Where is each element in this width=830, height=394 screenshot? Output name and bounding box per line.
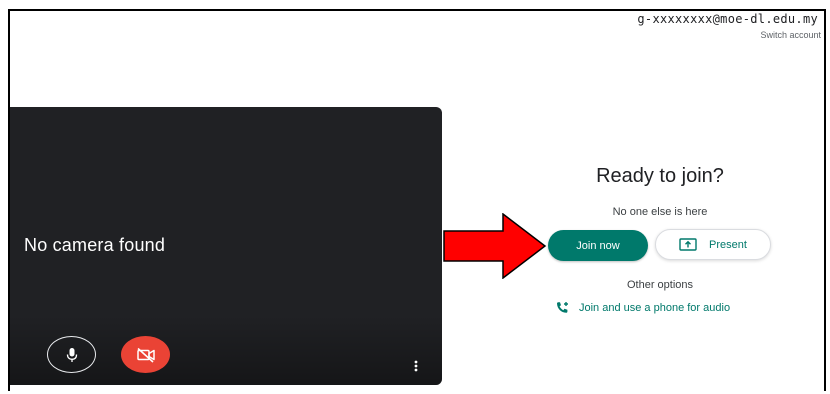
other-options-heading: Other options: [626, 279, 694, 291]
annotation-arrow: [443, 213, 547, 279]
mic-icon: [66, 347, 77, 362]
video-preview: No camera found: [10, 107, 442, 385]
more-options-button[interactable]: [410, 358, 422, 374]
phone-audio-label: Join and use a phone for audio: [579, 302, 731, 314]
no-camera-message: No camera found: [24, 235, 166, 255]
present-label: Present: [709, 238, 747, 251]
join-now-button[interactable]: Join now: [548, 230, 648, 261]
microphone-toggle-button[interactable]: [47, 336, 96, 373]
join-with-phone-link[interactable]: Join and use a phone for audio: [555, 301, 730, 315]
participants-status: No one else is here: [612, 206, 708, 218]
present-screen-icon: [679, 238, 697, 251]
camera-off-icon: [136, 347, 155, 363]
present-button[interactable]: Present: [655, 229, 771, 260]
account-email: g-xxxxxxxx@moe-dl.edu.my: [637, 12, 818, 26]
more-vert-icon: [414, 360, 418, 372]
camera-toggle-button[interactable]: [121, 336, 170, 373]
ready-to-join-title: Ready to join?: [596, 165, 724, 187]
phone-add-icon: [555, 301, 570, 315]
switch-account-link[interactable]: Switch account: [760, 30, 821, 40]
